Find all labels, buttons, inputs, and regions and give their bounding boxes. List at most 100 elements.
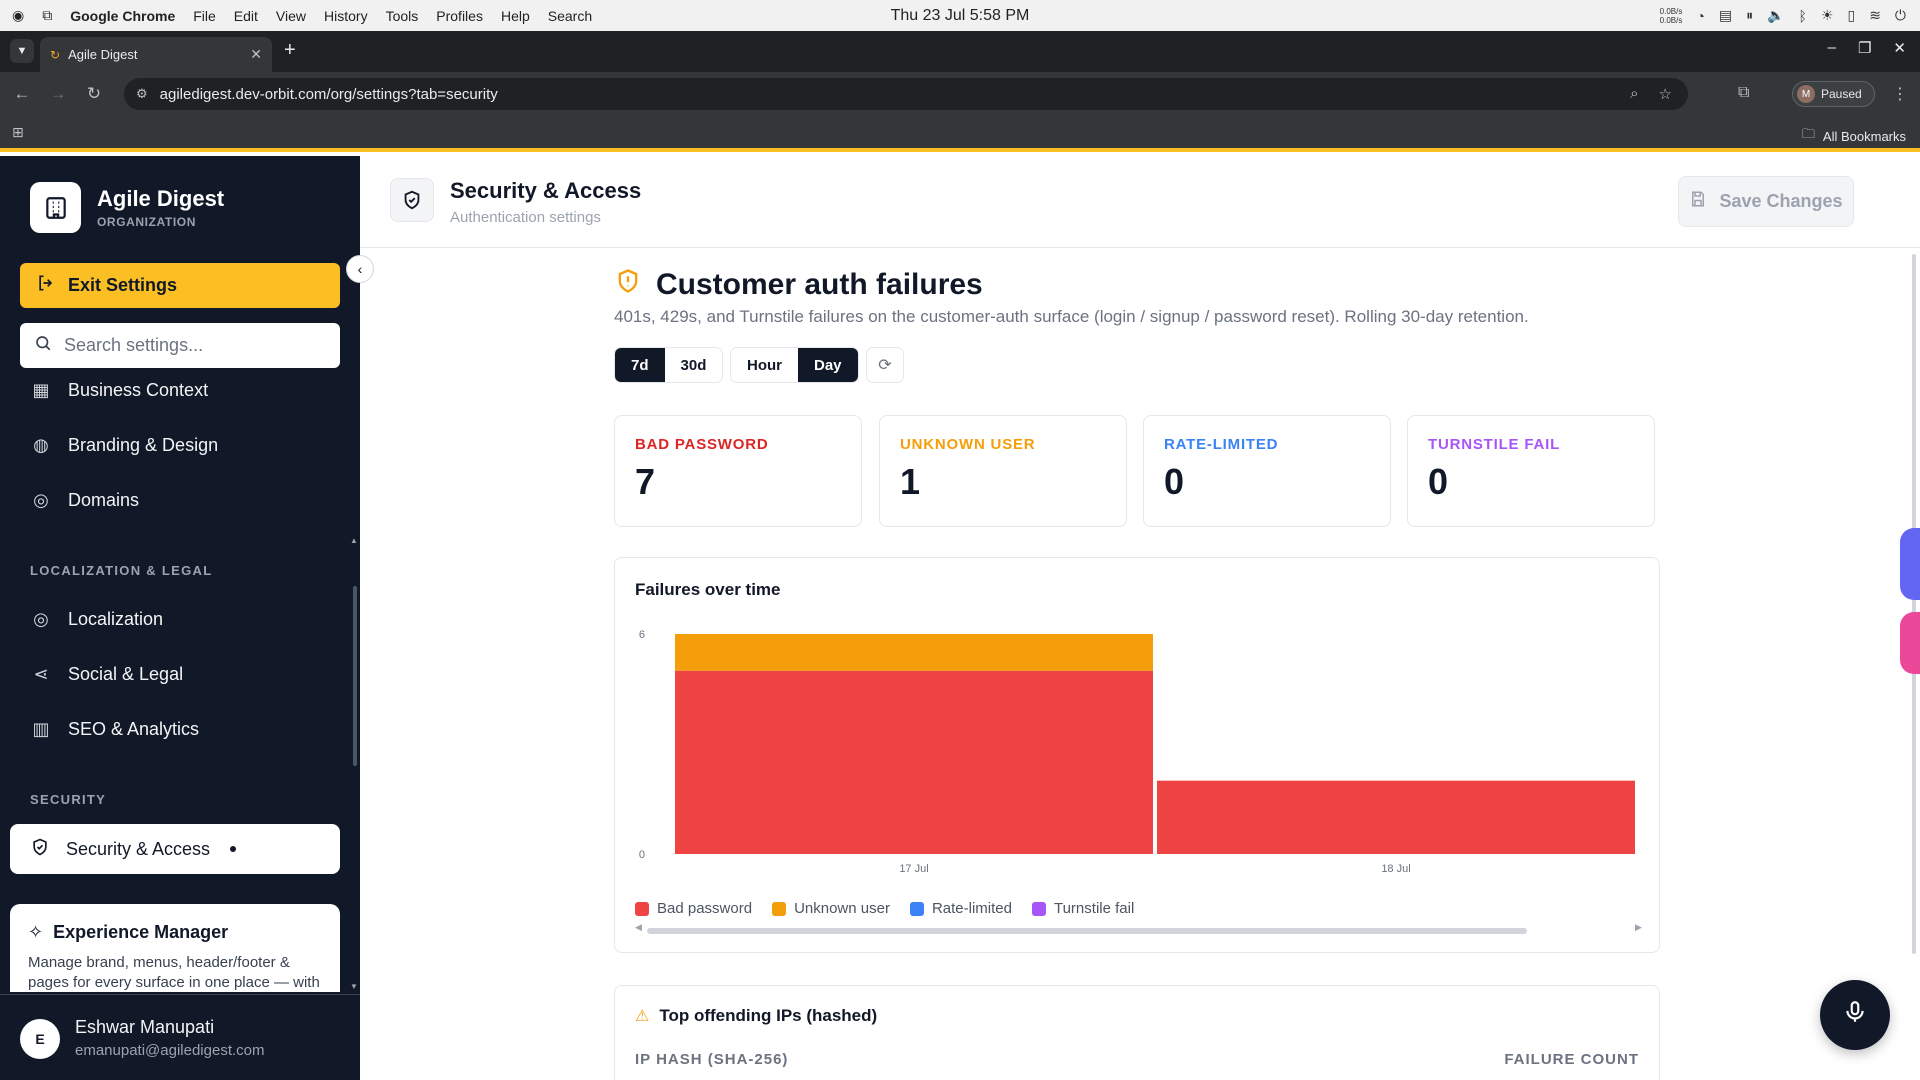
new-tab-icon[interactable]: + — [284, 39, 296, 62]
battery-icon[interactable]: ▯ — [1847, 7, 1855, 24]
page-scrollbar[interactable] — [1912, 254, 1916, 954]
bucket-hour-button[interactable]: Hour — [731, 348, 798, 382]
os-clock[interactable]: Thu 23 Jul 5:58 PM — [891, 7, 1030, 25]
exit-settings-button[interactable]: Exit Settings — [20, 263, 340, 308]
activities-icon[interactable]: ◉ — [12, 7, 24, 24]
save-changes-button[interactable]: Save Changes — [1678, 176, 1854, 227]
sidebar-scrollbar[interactable] — [353, 586, 357, 766]
section-title: Customer auth failures — [656, 267, 983, 301]
apps-grid-icon[interactable]: ⊞ — [12, 124, 24, 141]
brightness-icon[interactable]: ☀ — [1821, 7, 1834, 24]
timer-icon[interactable]: ◔ — [1696, 8, 1704, 24]
legend-turnstile-fail[interactable]: Turnstile fail — [1031, 900, 1135, 917]
scroll-left-icon[interactable]: ◀ — [635, 922, 642, 933]
floating-feedback-tab[interactable] — [1900, 612, 1920, 674]
bar-bad-password[interactable] — [1157, 780, 1635, 854]
os-menu-view[interactable]: View — [276, 8, 306, 24]
top-ips-card: ⚠ Top offending IPs (hashed) IP HASH (SH… — [614, 985, 1660, 1080]
legend-bad-password[interactable]: Bad password — [635, 900, 752, 917]
scroll-up-icon[interactable]: ▲ — [350, 536, 358, 545]
microphone-icon — [1842, 999, 1868, 1032]
address-bar[interactable]: ⚙ agiledigest.dev-orbit.com/org/settings… — [124, 78, 1688, 110]
bar-bad-password[interactable] — [675, 670, 1153, 854]
profile-button[interactable]: M Paused — [1792, 81, 1875, 107]
sidebar-item-label: Social & Legal — [68, 664, 184, 684]
shield-icon — [390, 178, 434, 222]
refresh-button[interactable]: ⟳ — [866, 347, 904, 383]
profile-avatar: M — [1797, 85, 1815, 103]
stat-label: TURNSTILE FAIL — [1428, 436, 1561, 453]
minimize-icon[interactable]: – — [1828, 39, 1836, 57]
chrome-menu-icon[interactable]: ⋮ — [1892, 84, 1908, 104]
os-menu-profiles[interactable]: Profiles — [436, 8, 483, 24]
sidebar-item-security[interactable]: Security & Access — [10, 824, 340, 874]
section-description: 401s, 429s, and Turnstile failures on th… — [614, 307, 1529, 326]
volume-icon[interactable]: 🔈 — [1767, 7, 1784, 24]
tab-search-icon[interactable]: ▼ — [10, 39, 34, 63]
browser-tab[interactable]: ↻ Agile Digest ✕ — [40, 37, 272, 72]
bar-unknown-user[interactable] — [675, 634, 1153, 671]
save-icon — [1689, 190, 1707, 213]
range-7d-button[interactable]: 7d — [615, 348, 665, 382]
bookmark-star-icon[interactable]: ☆ — [1659, 85, 1672, 103]
active-indicator-dot — [230, 846, 237, 852]
chart-horizontal-scrollbar[interactable] — [647, 928, 1527, 934]
os-menu-search[interactable]: Search — [548, 8, 592, 24]
os-menu-help[interactable]: Help — [501, 8, 530, 24]
sidebar-item-localization[interactable]: ◎ Localization — [30, 609, 163, 630]
sparkles-icon: ✧ — [28, 922, 44, 942]
stat-value: 1 — [900, 461, 921, 502]
sidebar-item-social-legal[interactable]: ⋖ Social & Legal — [30, 664, 183, 685]
site-info-icon[interactable]: ⚙ — [136, 86, 148, 102]
all-bookmarks-button[interactable]: 🗀 All Bookmarks — [1802, 125, 1906, 147]
zoom-icon[interactable]: ⌕ — [1630, 85, 1638, 103]
wifi-icon[interactable]: ≋ — [1869, 7, 1881, 24]
sidebar-item-domains[interactable]: ◎ Domains — [30, 490, 139, 511]
reload-icon[interactable]: ↻ — [80, 84, 108, 104]
floating-widget-tab[interactable] — [1900, 528, 1920, 600]
avatar: E — [20, 1019, 60, 1059]
org-type: ORGANIZATION — [97, 215, 196, 229]
bucket-day-button[interactable]: Day — [798, 348, 858, 382]
sidebar-item-branding[interactable]: ◍ Branding & Design — [30, 435, 218, 456]
maximize-icon[interactable]: ❐ — [1858, 39, 1871, 57]
legend-unknown-user[interactable]: Unknown user — [772, 900, 890, 917]
close-icon[interactable]: ✕ — [250, 46, 262, 63]
stat-value: 0 — [1164, 461, 1185, 502]
sidebar-item-seo-analytics[interactable]: ▥ SEO & Analytics — [30, 719, 199, 740]
power-icon[interactable]: ⏻ — [1895, 7, 1906, 24]
legend-rate-limited[interactable]: Rate-limited — [909, 900, 1012, 917]
legend-swatch — [909, 901, 924, 916]
settings-search-input[interactable]: Search settings... — [20, 323, 340, 368]
extensions-icon[interactable]: ⧉ — [1738, 84, 1749, 102]
pause-icon[interactable]: ⏸ — [1746, 7, 1753, 24]
sidebar-item-business-context[interactable]: ▦ Business Context — [30, 380, 208, 401]
url-text[interactable]: agiledigest.dev-orbit.com/org/settings?t… — [160, 86, 498, 103]
user-profile[interactable]: E Eshwar Manupati emanupati@agiledigest.… — [0, 994, 360, 1080]
settings-sidebar: Agile Digest ORGANIZATION Exit Settings … — [0, 156, 360, 1080]
legend-swatch — [772, 901, 787, 916]
collapse-sidebar-button[interactable]: ‹ — [346, 255, 374, 283]
os-menu-edit[interactable]: Edit — [234, 8, 258, 24]
os-menu-file[interactable]: File — [193, 8, 216, 24]
stat-label: RATE-LIMITED — [1164, 436, 1279, 453]
stat-bad-password: BAD PASSWORD 7 — [614, 415, 862, 527]
os-menu-tools[interactable]: Tools — [386, 8, 419, 24]
os-app-name[interactable]: Google Chrome — [70, 8, 175, 24]
legend-label: Turnstile fail — [1053, 900, 1135, 917]
experience-manager-card[interactable]: ✧ Experience Manager Manage brand, menus… — [10, 904, 340, 992]
forward-icon[interactable]: → — [44, 84, 72, 104]
os-menu-history[interactable]: History — [324, 8, 368, 24]
range-30d-button[interactable]: 30d — [664, 348, 723, 382]
back-icon[interactable]: ← — [8, 84, 36, 104]
voice-assistant-button[interactable] — [1820, 980, 1890, 1050]
share-icon: ⋖ — [33, 664, 49, 684]
legend-swatch — [635, 901, 649, 916]
scroll-down-icon[interactable]: ▼ — [350, 982, 358, 991]
search-placeholder: Search settings... — [64, 335, 204, 355]
scroll-right-icon[interactable]: ▶ — [1635, 922, 1642, 933]
bluetooth-icon[interactable]: ᛒ — [1799, 8, 1807, 24]
clipboard-icon[interactable]: ▤ — [1719, 7, 1732, 24]
window-close-icon[interactable]: ✕ — [1893, 39, 1906, 57]
window-switch-icon[interactable]: ⧉ — [42, 7, 52, 24]
